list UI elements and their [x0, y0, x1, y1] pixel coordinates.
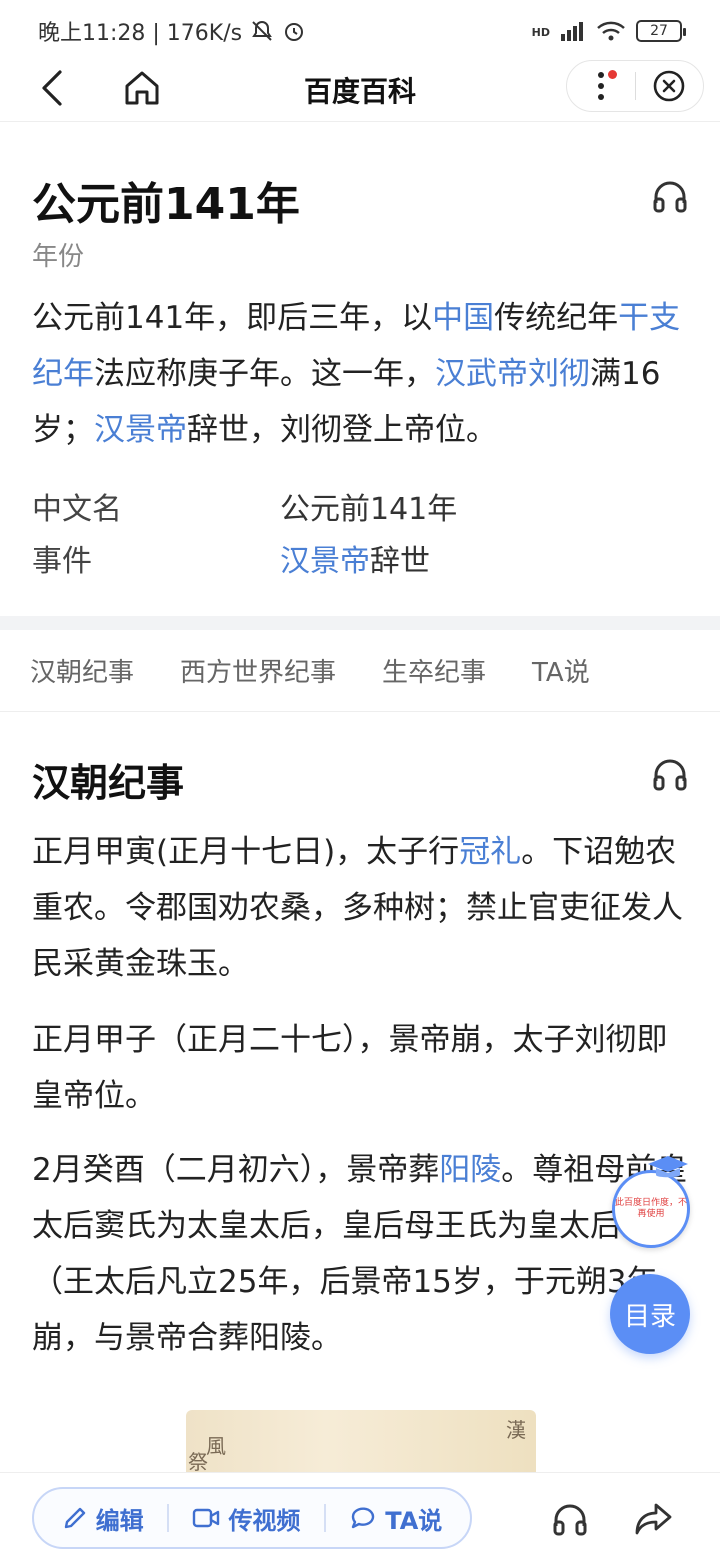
action-pill: 编辑 传视频 TA说 [32, 1487, 472, 1549]
headphones-icon [553, 1504, 587, 1536]
hd-label: HD [531, 26, 550, 39]
upload-video-button[interactable]: 传视频 [192, 1501, 300, 1536]
paragraph-3: 2月癸酉（二月初六），景帝葬阳陵。尊祖母前皇太后窦氏为太皇太后，皇后母王氏为皇太… [32, 1152, 688, 1356]
nav-bar: 百度百科 [0, 56, 720, 122]
paragraph-1: 正月甲寅(正月十七日)，太子行冠礼。下诏勉农重农。令郡国劝农桑，多种树；禁止官吏… [32, 834, 683, 982]
more-button[interactable] [567, 60, 635, 112]
summary-text: 法应称庚子年。这一年， [94, 356, 435, 392]
share-icon [635, 1503, 672, 1535]
article-title: 公元前141年 [32, 179, 300, 230]
status-time-speed: 晚上11:28 | 176K/s [38, 21, 243, 46]
infobox: 中文名 公元前141年 事件 汉景帝辞世 [32, 480, 692, 584]
more-dots-icon [597, 72, 604, 100]
notification-dot [607, 70, 617, 79]
link-hanjingdi[interactable]: 汉景帝 [94, 412, 187, 448]
mute-icon [252, 20, 272, 41]
home-button[interactable] [120, 66, 164, 110]
close-circle-icon [653, 70, 685, 102]
pill-divider [323, 1504, 326, 1532]
paragraph-2: 正月甲子（正月二十七），景帝崩，太子刘彻即皇帝位。 [32, 1022, 668, 1114]
bottom-bar: 编辑 传视频 TA说 [0, 1472, 720, 1560]
pencil-icon [64, 1507, 85, 1529]
edit-button[interactable]: 编辑 [62, 1501, 144, 1536]
info-key: 事件 [32, 544, 92, 579]
chat-icon [351, 1507, 375, 1529]
listen-button[interactable] [650, 176, 690, 216]
info-row: 事件 汉景帝辞世 [32, 532, 692, 584]
tab-xifang[interactable]: 西方世界纪事 [180, 652, 336, 689]
close-button[interactable] [636, 60, 704, 112]
section-title: 汉朝纪事 [32, 761, 185, 805]
info-value: 汉景帝辞世 [280, 544, 430, 579]
status-left: 晚上11:28 | 176K/s [38, 15, 306, 47]
info-row: 中文名 公元前141年 [32, 480, 692, 532]
home-icon [125, 71, 159, 105]
battery-indicator: 27 [636, 20, 686, 42]
article-image[interactable]: 風 祭 漢 [186, 1410, 536, 1472]
info-key: 中文名 [32, 492, 122, 527]
section-tabs: 汉朝纪事 西方世界纪事 生卒纪事 TA说 [0, 630, 720, 712]
chevron-left-icon [42, 70, 62, 106]
link-hanjingdi-info[interactable]: 汉景帝 [280, 544, 370, 579]
link-guanli[interactable]: 冠礼 [459, 834, 521, 870]
graduation-cap-icon [648, 1156, 688, 1178]
status-right: HD 27 [531, 20, 686, 42]
mini-program-capsule [566, 60, 704, 112]
summary-text: 传统纪年 [494, 300, 619, 336]
article-subtitle: 年份 [32, 242, 85, 272]
pill-divider [167, 1504, 170, 1532]
video-icon [193, 1508, 220, 1528]
tab-ta[interactable]: TA说 [532, 652, 590, 689]
section-listen-button[interactable] [650, 754, 690, 794]
bottom-listen-button[interactable] [546, 1495, 594, 1543]
info-value: 公元前141年 [280, 492, 458, 527]
back-button[interactable] [30, 66, 74, 110]
signal-icon [561, 22, 583, 41]
link-yangling[interactable]: 阳陵 [439, 1152, 501, 1188]
status-bar: 晚上11:28 | 176K/s HD 27 [0, 0, 720, 62]
tab-shengzu[interactable]: 生卒纪事 [382, 652, 486, 689]
summary-text: 公元前141年，即后三年，以 [32, 300, 433, 336]
alarm-icon [285, 23, 304, 41]
section-divider [0, 616, 720, 630]
link-hanwudi[interactable]: 汉武帝刘彻 [435, 356, 590, 392]
summary-text: 辞世，刘彻登上帝位。 [187, 412, 497, 448]
tab-hanchao[interactable]: 汉朝纪事 [30, 652, 134, 689]
wifi-icon [597, 21, 625, 41]
ta-say-button[interactable]: TA说 [349, 1501, 442, 1536]
headphones-icon [653, 759, 687, 791]
link-zhongguo[interactable]: 中国 [432, 300, 494, 336]
share-button[interactable] [630, 1495, 678, 1543]
headphones-icon [653, 181, 687, 213]
article-summary: 公元前141年，即后三年，以中国传统纪年干支纪年法应称庚子年。这一年，汉武帝刘彻… [32, 290, 692, 458]
toc-button[interactable]: 目录 [610, 1274, 690, 1354]
